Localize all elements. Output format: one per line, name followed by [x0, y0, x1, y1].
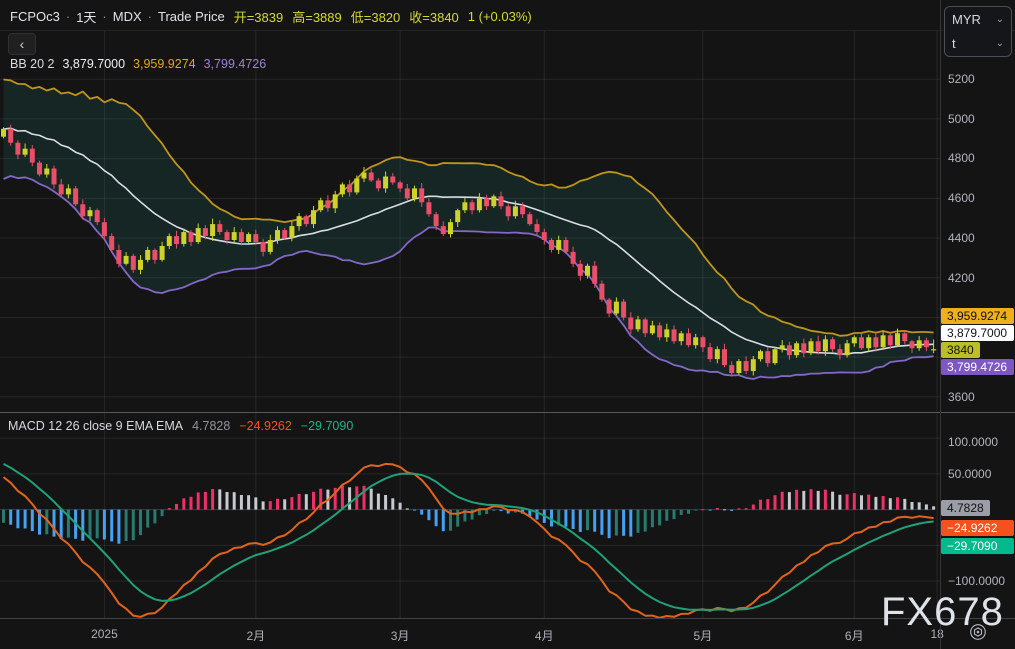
exchange-label: MDX [113, 9, 142, 24]
axis-tick-label: −100.0000 [948, 574, 1005, 588]
macd-line [4, 464, 934, 618]
chevron-down-icon: ⌄ [996, 38, 1004, 49]
last-price-label: 3840 [941, 342, 980, 358]
bb-lower-value: 3,799.4726 [204, 57, 267, 71]
ohlc-high: 高=3889 [292, 7, 342, 26]
bb-basis-price-label: 3,879.7000 [941, 325, 1014, 341]
axis-tick-label: 100.0000 [948, 435, 998, 449]
price-axis[interactable]: 52005000480046004400420036003,959.92743,… [941, 0, 1015, 412]
bb-indicator-legend[interactable]: BB 20 2 3,879.7000 3,959.9274 3,799.4726 [10, 57, 266, 71]
macd-line-legend-value: −24.9262 [239, 419, 291, 433]
currency-value: MYR [952, 12, 981, 27]
change-value: 1 (+0.03%) [468, 9, 532, 24]
macd-indicator-legend[interactable]: MACD 12 26 close 9 EMA EMA 4.7828 −24.92… [8, 419, 353, 433]
bb-fill-area [4, 80, 934, 380]
bb-upper-value: 3,959.9274 [133, 57, 196, 71]
unit-dropdown[interactable]: t ⌄ [945, 31, 1011, 55]
chart-canvas[interactable] [0, 0, 940, 618]
bb-legend-title: BB 20 2 [10, 57, 54, 71]
symbol-name[interactable]: FCPOc3 [10, 9, 60, 24]
axis-tick-label: 4600 [948, 191, 975, 205]
symbol-info-bar: FCPOc3 · 1天 · MDX · Trade Price 开=3839 高… [10, 7, 532, 26]
time-axis-label: 6月 [845, 627, 864, 644]
axis-tick-label: 5200 [948, 72, 975, 86]
ohlc-open: 开=3839 [234, 7, 284, 26]
separator-dot: · [148, 9, 152, 24]
macd-line-value-label: −24.9262 [941, 520, 1014, 536]
bb-lower-price-label: 3,799.4726 [941, 359, 1014, 375]
time-axis-label: 3月 [391, 627, 410, 644]
macd-histogram-value-label: 4.7828 [941, 500, 990, 516]
time-axis-label: 5月 [694, 627, 713, 644]
axis-tick-label: 3600 [948, 390, 975, 404]
time-axis-label: 4月 [535, 627, 554, 644]
back-button[interactable]: ‹ [8, 33, 36, 55]
ohlc-low: 低=3820 [351, 7, 401, 26]
macd-signal-legend-value: −29.7090 [301, 419, 353, 433]
currency-unit-selector: MYR ⌄ t ⌄ [944, 6, 1012, 57]
toolbar-border [0, 30, 1015, 31]
time-axis-label: 2025 [91, 627, 118, 641]
interval-label[interactable]: 1天 [76, 7, 96, 26]
axis-tick-label: 5000 [948, 112, 975, 126]
time-axis-label: 2月 [247, 627, 266, 644]
time-axis[interactable]: 2025 2月 3月 4月 5月 6月 18 [0, 618, 1015, 649]
price-axis-border [940, 0, 941, 649]
chevron-down-icon: ⌄ [996, 14, 1004, 25]
unit-value: t [952, 36, 956, 51]
bb-basis-value: 3,879.7000 [62, 57, 125, 71]
axis-tick-label: 4400 [948, 231, 975, 245]
ohlc-close: 收=3840 [409, 7, 459, 26]
chevron-left-icon: ‹ [20, 36, 25, 52]
series-type-label: Trade Price [158, 9, 225, 24]
currency-dropdown[interactable]: MYR ⌄ [945, 7, 1011, 31]
scale-settings-icon[interactable] [969, 623, 987, 641]
macd-signal-line [4, 464, 934, 610]
macd-legend-title: MACD 12 26 close 9 EMA EMA [8, 419, 183, 433]
axis-tick-label: 4200 [948, 271, 975, 285]
axis-tick-label: 50.0000 [948, 467, 991, 481]
axis-tick-label: 4800 [948, 151, 975, 165]
macd-histogram-legend-value: 4.7828 [192, 419, 230, 433]
macd-histogram [2, 486, 935, 544]
pane-divider[interactable] [0, 412, 1015, 413]
time-axis-label: 18 [931, 627, 944, 641]
separator-dot: · [102, 9, 106, 24]
separator-dot: · [66, 9, 70, 24]
trading-chart-app: FCPOc3 · 1天 · MDX · Trade Price 开=3839 高… [0, 0, 1015, 649]
macd-signal-value-label: −29.7090 [941, 538, 1014, 554]
macd-axis[interactable]: 100.0000 50.0000 −100.0000 4.7828 −24.9262 −2… [941, 412, 1015, 618]
bb-upper-price-label: 3,959.9274 [941, 308, 1014, 324]
